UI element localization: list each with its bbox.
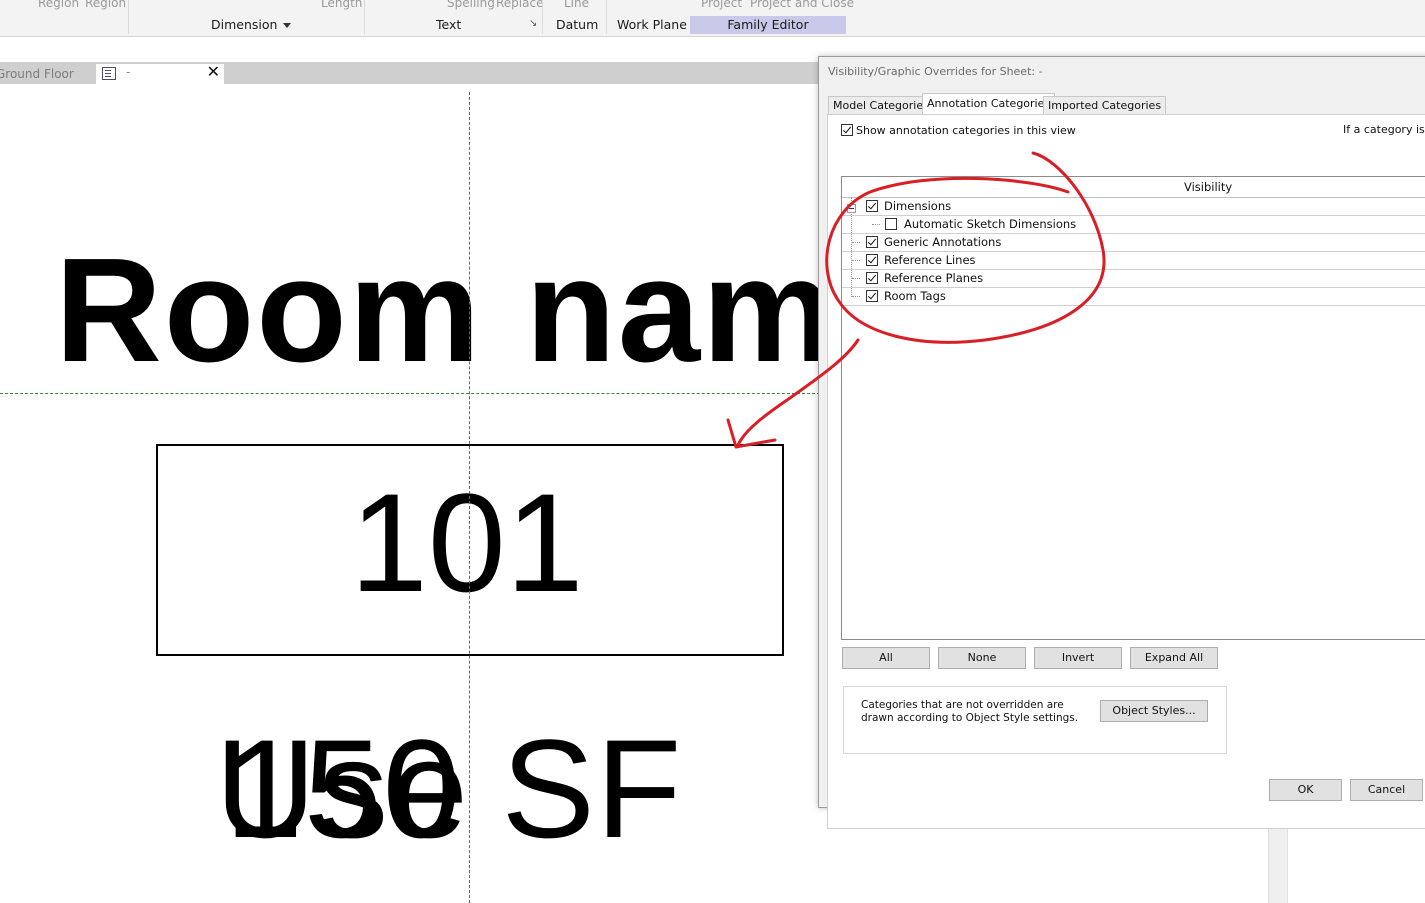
annotation-arrow [736, 338, 860, 447]
annotation-circle [825, 151, 1106, 344]
red-annotation-markup [726, 151, 1106, 449]
annotation-arrowhead [726, 418, 777, 449]
